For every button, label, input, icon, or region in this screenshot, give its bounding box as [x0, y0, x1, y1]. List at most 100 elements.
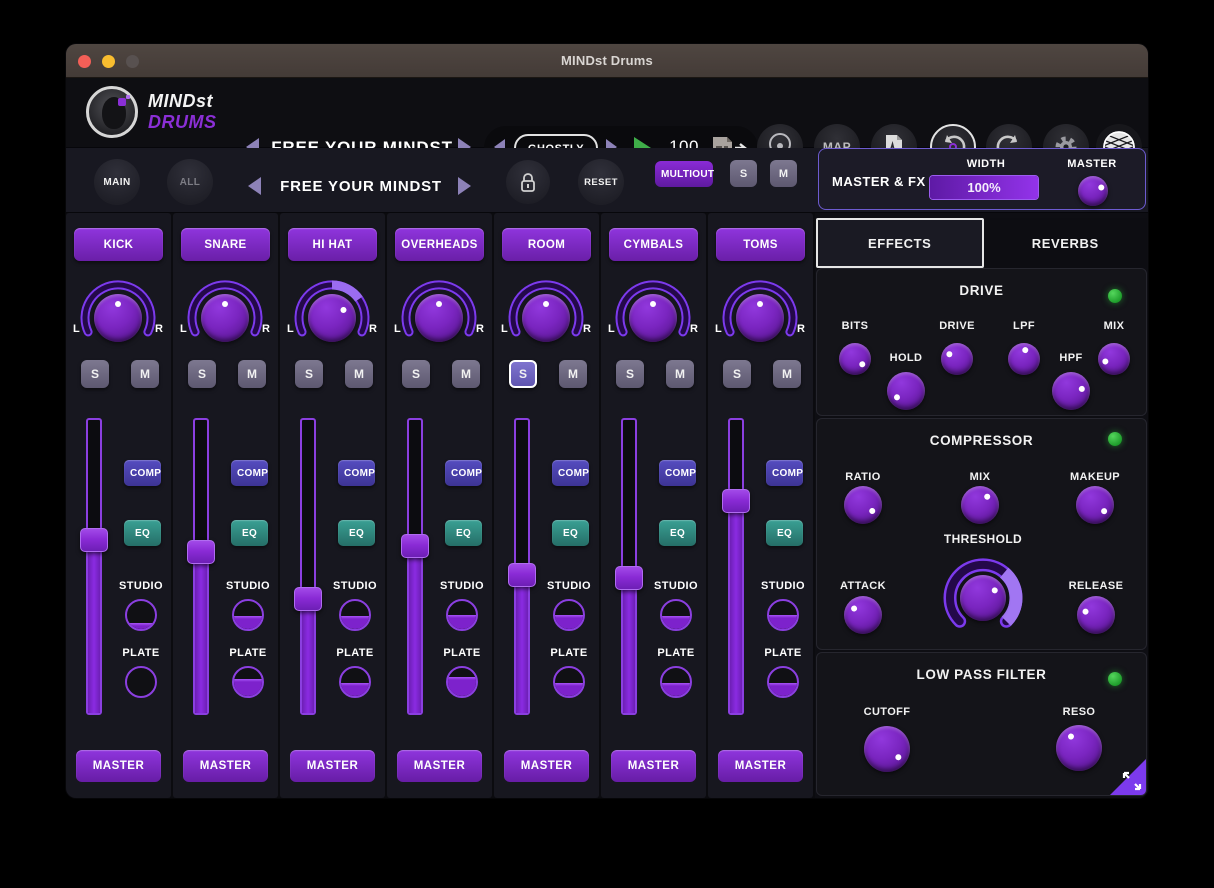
pan-knob[interactable] — [94, 294, 142, 342]
fader-handle[interactable] — [615, 566, 643, 590]
hold-knob[interactable] — [887, 372, 925, 410]
main-view-button[interactable]: MAIN — [94, 159, 140, 205]
solo-button[interactable]: S — [616, 360, 644, 388]
comp-button[interactable]: COMP — [338, 460, 375, 486]
eq-button[interactable]: EQ — [766, 520, 803, 546]
lock-button[interactable] — [506, 160, 550, 204]
studio-send-knob[interactable] — [660, 599, 692, 631]
comp-button[interactable]: COMP — [552, 460, 589, 486]
master-volume-knob[interactable] — [1078, 176, 1108, 206]
mute-button[interactable]: M — [452, 360, 480, 388]
channel-route-master-button[interactable]: MASTER — [611, 750, 696, 782]
channel-name-button[interactable]: CYMBALS — [609, 228, 698, 261]
mute-button[interactable]: M — [773, 360, 801, 388]
plate-send-knob[interactable] — [767, 666, 799, 698]
pan-knob[interactable] — [308, 294, 356, 342]
pan-control[interactable]: L R — [498, 280, 594, 354]
channel-route-master-button[interactable]: MASTER — [76, 750, 161, 782]
channel-name-button[interactable]: KICK — [74, 228, 163, 261]
solo-button[interactable]: S — [295, 360, 323, 388]
compressor-enabled-led[interactable] — [1108, 432, 1122, 446]
mute-button[interactable]: M — [131, 360, 159, 388]
plate-send-knob[interactable] — [125, 666, 157, 698]
pan-knob[interactable] — [629, 294, 677, 342]
volume-fader[interactable] — [187, 418, 215, 715]
mute-button[interactable]: M — [238, 360, 266, 388]
eq-button[interactable]: EQ — [552, 520, 589, 546]
studio-send-knob[interactable] — [339, 599, 371, 631]
pan-control[interactable]: L R — [284, 280, 380, 354]
pan-knob[interactable] — [522, 294, 570, 342]
release-knob[interactable] — [1077, 596, 1115, 634]
width-slider[interactable]: 100% — [929, 175, 1039, 200]
fader-handle[interactable] — [401, 534, 429, 558]
ratio-knob[interactable] — [844, 486, 882, 524]
fader-handle[interactable] — [294, 587, 322, 611]
fader-handle[interactable] — [508, 563, 536, 587]
channel-name-button[interactable]: OVERHEADS — [395, 228, 484, 261]
volume-fader[interactable] — [401, 418, 429, 715]
channel-route-master-button[interactable]: MASTER — [183, 750, 268, 782]
eq-button[interactable]: EQ — [124, 520, 161, 546]
pan-control[interactable]: L R — [605, 280, 701, 354]
eq-button[interactable]: EQ — [445, 520, 482, 546]
all-view-button[interactable]: ALL — [167, 159, 213, 205]
threshold-knob[interactable] — [960, 575, 1006, 621]
volume-fader[interactable] — [294, 418, 322, 715]
attack-knob[interactable] — [844, 596, 882, 634]
plate-send-knob[interactable] — [339, 666, 371, 698]
plate-send-knob[interactable] — [553, 666, 585, 698]
hpf-knob[interactable] — [1052, 372, 1090, 410]
studio-send-knob[interactable] — [767, 599, 799, 631]
eq-button[interactable]: EQ — [231, 520, 268, 546]
tab-effects[interactable]: EFFECTS — [816, 218, 984, 268]
solo-button[interactable]: S — [509, 360, 537, 388]
mute-button[interactable]: M — [666, 360, 694, 388]
comp-mix-knob[interactable] — [961, 486, 999, 524]
kit-next-arrow-2[interactable] — [458, 177, 471, 195]
plate-send-knob[interactable] — [232, 666, 264, 698]
studio-send-knob[interactable] — [232, 599, 264, 631]
comp-button[interactable]: COMP — [659, 460, 696, 486]
lpf-knob[interactable] — [1008, 343, 1040, 375]
comp-button[interactable]: COMP — [124, 460, 161, 486]
eq-button[interactable]: EQ — [659, 520, 696, 546]
comp-button[interactable]: COMP — [766, 460, 803, 486]
channel-route-master-button[interactable]: MASTER — [504, 750, 589, 782]
solo-button[interactable]: S — [81, 360, 109, 388]
pan-knob[interactable] — [736, 294, 784, 342]
studio-send-knob[interactable] — [125, 599, 157, 631]
tab-reverbs[interactable]: REVERBS — [984, 218, 1148, 268]
volume-fader[interactable] — [508, 418, 536, 715]
fader-handle[interactable] — [80, 528, 108, 552]
pan-control[interactable]: L R — [391, 280, 487, 354]
solo-button[interactable]: S — [402, 360, 430, 388]
cutoff-knob[interactable] — [864, 726, 910, 772]
channel-route-master-button[interactable]: MASTER — [718, 750, 803, 782]
drive-mix-knob[interactable] — [1098, 343, 1130, 375]
plate-send-knob[interactable] — [660, 666, 692, 698]
eq-button[interactable]: EQ — [338, 520, 375, 546]
kit-prev-arrow-2[interactable] — [248, 177, 261, 195]
pan-knob[interactable] — [201, 294, 249, 342]
solo-button[interactable]: S — [723, 360, 751, 388]
volume-fader[interactable] — [722, 418, 750, 715]
reset-button[interactable]: RESET — [578, 159, 624, 205]
channel-name-button[interactable]: ROOM — [502, 228, 591, 261]
volume-fader[interactable] — [80, 418, 108, 715]
studio-send-knob[interactable] — [446, 599, 478, 631]
pan-control[interactable]: L R — [177, 280, 273, 354]
channel-route-master-button[interactable]: MASTER — [397, 750, 482, 782]
lpf-enabled-led[interactable] — [1108, 672, 1122, 686]
solo-button[interactable]: S — [188, 360, 216, 388]
channel-route-master-button[interactable]: MASTER — [290, 750, 375, 782]
comp-button[interactable]: COMP — [445, 460, 482, 486]
global-solo-button[interactable]: S — [730, 160, 757, 187]
channel-name-button[interactable]: SNARE — [181, 228, 270, 261]
bits-knob[interactable] — [839, 343, 871, 375]
global-mute-button[interactable]: M — [770, 160, 797, 187]
multiout-button[interactable]: MULTIOUT — [655, 161, 713, 187]
mute-button[interactable]: M — [559, 360, 587, 388]
pan-control[interactable]: L R — [712, 280, 808, 354]
fader-handle[interactable] — [722, 489, 750, 513]
